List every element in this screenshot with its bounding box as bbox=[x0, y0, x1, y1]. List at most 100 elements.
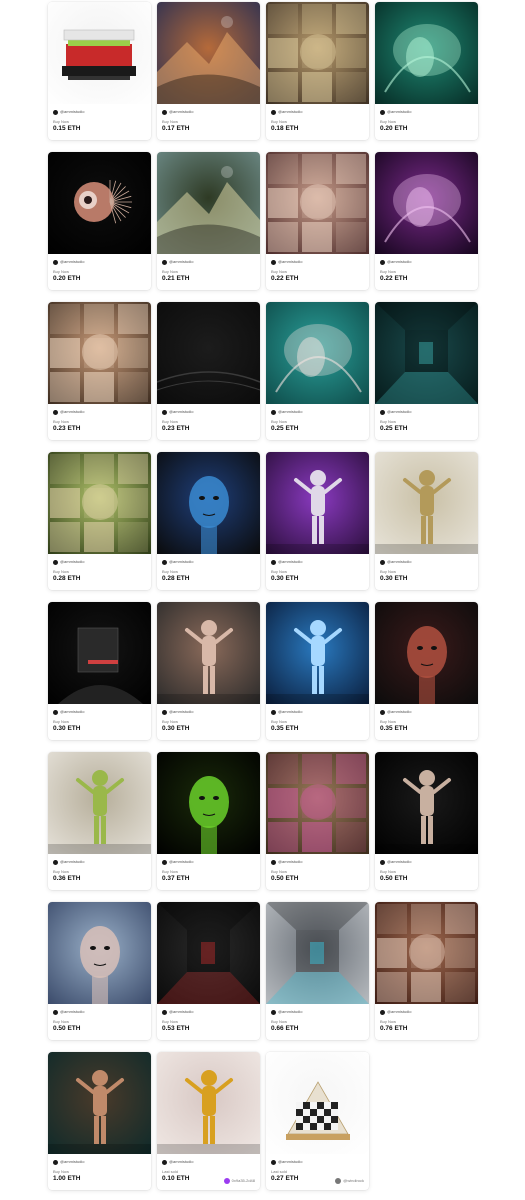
nft-thumbnail[interactable] bbox=[375, 152, 478, 254]
creator-row[interactable]: @ammistudio bbox=[380, 108, 473, 116]
nft-thumbnail[interactable] bbox=[48, 452, 151, 554]
nft-thumbnail[interactable] bbox=[157, 1052, 260, 1154]
nft-thumbnail[interactable] bbox=[48, 302, 151, 404]
creator-name[interactable]: @ammistudio bbox=[60, 408, 85, 416]
creator-row[interactable]: @ammistudio bbox=[162, 708, 255, 716]
creator-name[interactable]: @ammistudio bbox=[387, 1008, 412, 1016]
creator-row[interactable]: @ammistudio bbox=[53, 108, 146, 116]
nft-card[interactable]: @ammistudio Buy Now 0.50 ETH bbox=[375, 752, 478, 890]
creator-name[interactable]: @ammistudio bbox=[169, 258, 194, 266]
creator-name[interactable]: @ammistudio bbox=[278, 1008, 303, 1016]
nft-card[interactable]: @ammistudio Buy Now 0.23 ETH bbox=[48, 302, 151, 440]
creator-row[interactable]: @ammistudio bbox=[162, 558, 255, 566]
creator-row[interactable]: @ammistudio bbox=[271, 558, 364, 566]
nft-thumbnail[interactable] bbox=[157, 602, 260, 704]
nft-thumbnail[interactable] bbox=[48, 2, 151, 104]
creator-row[interactable]: @ammistudio bbox=[162, 1158, 255, 1166]
creator-row[interactable]: @ammistudio bbox=[271, 408, 364, 416]
creator-name[interactable]: @ammistudio bbox=[60, 258, 85, 266]
nft-thumbnail[interactable] bbox=[48, 602, 151, 704]
nft-card[interactable]: @ammistudio Buy Now 0.25 ETH bbox=[266, 302, 369, 440]
nft-card[interactable]: @ammistudio Buy Now 0.15 ETH bbox=[48, 2, 151, 140]
nft-card[interactable]: @ammistudio Buy Now 0.21 ETH bbox=[157, 152, 260, 290]
owner-name[interactable]: @windirock bbox=[343, 1178, 364, 1184]
nft-card[interactable]: @ammistudio Buy Now 0.30 ETH bbox=[48, 602, 151, 740]
nft-thumbnail[interactable] bbox=[266, 2, 369, 104]
creator-name[interactable]: @ammistudio bbox=[278, 558, 303, 566]
creator-row[interactable]: @ammistudio bbox=[162, 858, 255, 866]
nft-card[interactable]: @ammistudio Buy Now 0.76 ETH bbox=[375, 902, 478, 1040]
nft-thumbnail[interactable] bbox=[266, 1052, 369, 1154]
creator-name[interactable]: @ammistudio bbox=[387, 108, 412, 116]
creator-row[interactable]: @ammistudio bbox=[380, 708, 473, 716]
nft-card[interactable]: @ammistudio Buy Now 0.30 ETH bbox=[266, 452, 369, 590]
nft-thumbnail[interactable] bbox=[48, 752, 151, 854]
creator-name[interactable]: @ammistudio bbox=[60, 1158, 85, 1166]
creator-name[interactable]: @ammistudio bbox=[278, 108, 303, 116]
nft-thumbnail[interactable] bbox=[375, 2, 478, 104]
creator-row[interactable]: @ammistudio bbox=[53, 408, 146, 416]
nft-card[interactable]: @ammistudio Buy Now 0.50 ETH bbox=[266, 752, 369, 890]
nft-thumbnail[interactable] bbox=[48, 1052, 151, 1154]
creator-row[interactable]: @ammistudio bbox=[53, 708, 146, 716]
creator-row[interactable]: @ammistudio bbox=[380, 558, 473, 566]
nft-thumbnail[interactable] bbox=[266, 902, 369, 1004]
creator-row[interactable]: @ammistudio bbox=[380, 1008, 473, 1016]
creator-row[interactable]: @ammistudio bbox=[380, 858, 473, 866]
nft-card[interactable]: @ammistudio Buy Now 0.35 ETH bbox=[266, 602, 369, 740]
nft-card[interactable]: @ammistudio Buy Now 0.28 ETH bbox=[157, 452, 260, 590]
nft-card[interactable]: @ammistudio Buy Now 0.18 ETH bbox=[266, 2, 369, 140]
creator-name[interactable]: @ammistudio bbox=[60, 858, 85, 866]
creator-name[interactable]: @ammistudio bbox=[278, 258, 303, 266]
nft-card[interactable]: @ammistudio Buy Now 0.37 ETH bbox=[157, 752, 260, 890]
creator-row[interactable]: @ammistudio bbox=[162, 108, 255, 116]
nft-thumbnail[interactable] bbox=[375, 752, 478, 854]
creator-name[interactable]: @ammistudio bbox=[169, 108, 194, 116]
nft-thumbnail[interactable] bbox=[157, 302, 260, 404]
nft-thumbnail[interactable] bbox=[375, 902, 478, 1004]
creator-name[interactable]: @ammistudio bbox=[387, 258, 412, 266]
nft-thumbnail[interactable] bbox=[375, 452, 478, 554]
creator-row[interactable]: @ammistudio bbox=[380, 408, 473, 416]
nft-card[interactable]: @ammistudio Last sold 0.27 ETH @windirock bbox=[266, 1052, 369, 1190]
creator-name[interactable]: @ammistudio bbox=[169, 1008, 194, 1016]
creator-row[interactable]: @ammistudio bbox=[53, 558, 146, 566]
creator-name[interactable]: @ammistudio bbox=[278, 708, 303, 716]
nft-card[interactable]: @ammistudio Buy Now 0.28 ETH bbox=[48, 452, 151, 590]
nft-card[interactable]: @ammistudio Buy Now 0.35 ETH bbox=[375, 602, 478, 740]
nft-thumbnail[interactable] bbox=[157, 902, 260, 1004]
creator-row[interactable]: @ammistudio bbox=[53, 858, 146, 866]
creator-name[interactable]: @ammistudio bbox=[60, 708, 85, 716]
creator-name[interactable]: @ammistudio bbox=[60, 1008, 85, 1016]
nft-card[interactable]: @ammistudio Buy Now 0.17 ETH bbox=[157, 2, 260, 140]
creator-name[interactable]: @ammistudio bbox=[169, 558, 194, 566]
nft-card[interactable]: @ammistudio Last sold 0.10 ETH 0x9a35-2d48 bbox=[157, 1052, 260, 1190]
nft-card[interactable]: @ammistudio Buy Now 0.20 ETH bbox=[375, 2, 478, 140]
creator-row[interactable]: @ammistudio bbox=[271, 708, 364, 716]
creator-row[interactable]: @ammistudio bbox=[271, 1158, 364, 1166]
nft-card[interactable]: @ammistudio Buy Now 0.30 ETH bbox=[375, 452, 478, 590]
nft-card[interactable]: @ammistudio Buy Now 0.22 ETH bbox=[375, 152, 478, 290]
creator-row[interactable]: @ammistudio bbox=[53, 258, 146, 266]
nft-thumbnail[interactable] bbox=[266, 152, 369, 254]
nft-thumbnail[interactable] bbox=[157, 752, 260, 854]
creator-row[interactable]: @ammistudio bbox=[53, 1158, 146, 1166]
creator-name[interactable]: @ammistudio bbox=[387, 408, 412, 416]
creator-name[interactable]: @ammistudio bbox=[278, 408, 303, 416]
nft-card[interactable]: @ammistudio Buy Now 0.23 ETH bbox=[157, 302, 260, 440]
creator-name[interactable]: @ammistudio bbox=[387, 558, 412, 566]
creator-name[interactable]: @ammistudio bbox=[169, 408, 194, 416]
nft-thumbnail[interactable] bbox=[157, 2, 260, 104]
creator-row[interactable]: @ammistudio bbox=[271, 108, 364, 116]
creator-row[interactable]: @ammistudio bbox=[162, 1008, 255, 1016]
creator-name[interactable]: @ammistudio bbox=[278, 858, 303, 866]
nft-card[interactable]: @ammistudio Buy Now 1.00 ETH bbox=[48, 1052, 151, 1190]
creator-row[interactable]: @ammistudio bbox=[53, 1008, 146, 1016]
creator-name[interactable]: @ammistudio bbox=[169, 1158, 194, 1166]
creator-row[interactable]: @ammistudio bbox=[271, 858, 364, 866]
nft-card[interactable]: @ammistudio Buy Now 0.20 ETH bbox=[48, 152, 151, 290]
nft-card[interactable]: @ammistudio Buy Now 0.36 ETH bbox=[48, 752, 151, 890]
creator-row[interactable]: @ammistudio bbox=[271, 1008, 364, 1016]
creator-name[interactable]: @ammistudio bbox=[387, 708, 412, 716]
owner-name[interactable]: 0x9a35-2d48 bbox=[232, 1178, 255, 1184]
